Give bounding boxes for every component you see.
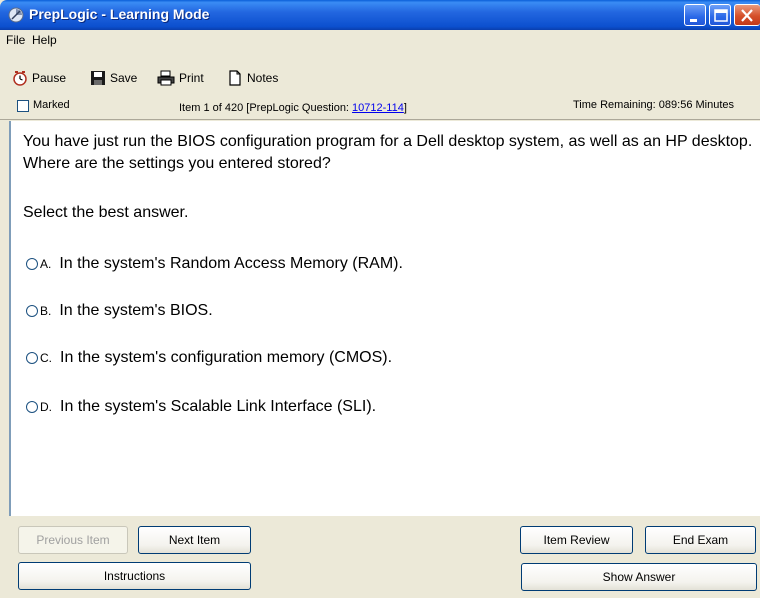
- radio-d[interactable]: [26, 401, 38, 413]
- marked-label[interactable]: Marked: [33, 99, 70, 111]
- pause-label: Pause: [32, 71, 67, 85]
- document-icon: [229, 70, 241, 86]
- minimize-icon: [690, 19, 697, 22]
- radio-c[interactable]: [26, 352, 38, 364]
- question-instruction: Select the best answer.: [23, 204, 189, 221]
- answer-text: In the system's configuration memory (CM…: [60, 349, 393, 366]
- answer-letter: D.: [40, 400, 52, 414]
- menu-help[interactable]: Help: [32, 33, 57, 47]
- title-bar[interactable]: PrepLogic - Learning Mode: [0, 0, 760, 30]
- window-title: PrepLogic - Learning Mode: [29, 6, 210, 22]
- printer-icon: [157, 70, 175, 86]
- item-suffix: ]: [403, 102, 407, 114]
- show-answer-button[interactable]: Show Answer: [521, 563, 757, 591]
- answer-letter: A.: [40, 257, 52, 271]
- maximize-button[interactable]: [709, 4, 731, 26]
- item-status-bar: Marked Item 1 of 420 [PrepLogic Question…: [0, 96, 760, 120]
- print-label: Print: [179, 71, 204, 85]
- minimize-button[interactable]: [684, 4, 706, 26]
- save-label: Save: [110, 71, 138, 85]
- answer-text: In the system's Scalable Link Interface …: [60, 398, 377, 415]
- maximize-icon: [714, 9, 728, 22]
- radio-a[interactable]: [26, 258, 38, 270]
- answer-option-d[interactable]: D. In the system's Scalable Link Interfa…: [26, 397, 376, 417]
- item-review-button[interactable]: Item Review: [520, 526, 633, 554]
- question-id-link[interactable]: 10712-114: [352, 102, 404, 114]
- answer-option-a[interactable]: A. In the system's Random Access Memory …: [26, 254, 403, 274]
- answer-letter: C.: [40, 351, 52, 365]
- print-button[interactable]: Print: [157, 69, 204, 87]
- menu-bar: File Help: [0, 30, 760, 50]
- marked-checkbox[interactable]: [17, 100, 29, 112]
- question-stem: You have just run the BIOS configuration…: [23, 133, 753, 172]
- answer-option-b[interactable]: B. In the system's BIOS.: [26, 301, 213, 321]
- clock-icon: [13, 71, 27, 86]
- item-info: Item 1 of 420 [PrepLogic Question: 10712…: [179, 102, 407, 114]
- radio-b[interactable]: [26, 305, 38, 317]
- pause-button[interactable]: Pause: [12, 69, 66, 87]
- preplogic-logo-icon: [8, 7, 24, 23]
- item-counter: Item 1 of 420 [PrepLogic Question:: [179, 102, 353, 114]
- answer-letter: B.: [40, 304, 52, 318]
- answer-text: In the system's Random Access Memory (RA…: [59, 255, 403, 272]
- floppy-disk-icon: [91, 71, 105, 85]
- next-item-button[interactable]: Next Item: [138, 526, 251, 554]
- navigation-panel: Previous Item Next Item Item Review End …: [9, 516, 760, 598]
- toolbar: Pause Save Print Notes: [0, 50, 760, 96]
- menu-file[interactable]: File: [6, 33, 25, 47]
- notes-label: Notes: [247, 71, 279, 85]
- app-window: PrepLogic - Learning Mode File Help Paus…: [0, 0, 760, 598]
- notes-button[interactable]: Notes: [227, 69, 278, 87]
- answer-text: In the system's BIOS.: [59, 302, 213, 319]
- time-remaining: Time Remaining: 089:56 Minutes: [573, 99, 735, 111]
- save-button[interactable]: Save: [90, 69, 137, 87]
- previous-item-button[interactable]: Previous Item: [18, 526, 128, 554]
- close-button[interactable]: [734, 4, 760, 26]
- instructions-button[interactable]: Instructions: [18, 562, 251, 590]
- question-pane: You have just run the BIOS configuration…: [9, 121, 760, 516]
- end-exam-button[interactable]: End Exam: [645, 526, 756, 554]
- answer-option-c[interactable]: C. In the system's configuration memory …: [26, 348, 392, 368]
- close-icon: [741, 9, 753, 22]
